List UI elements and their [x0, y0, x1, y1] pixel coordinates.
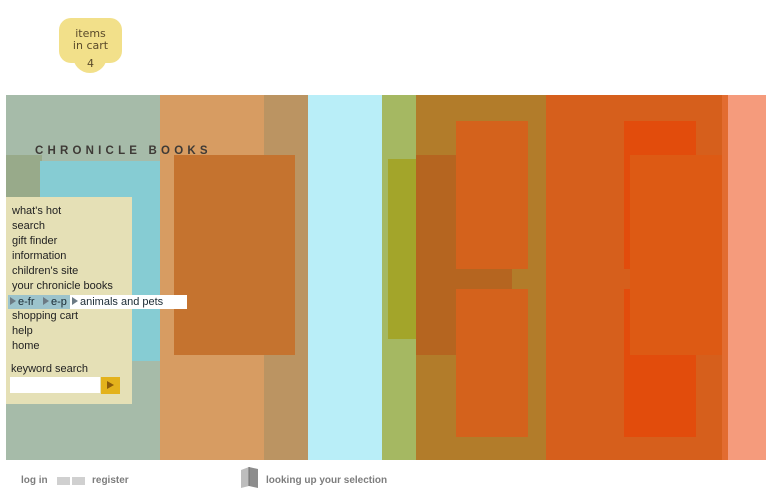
triangle-right-icon — [43, 297, 49, 305]
keyword-search-input[interactable] — [10, 377, 100, 393]
menu-item-help[interactable]: help — [12, 325, 33, 338]
breadcrumb-current[interactable]: animals and pets — [70, 295, 187, 309]
book-icon — [241, 467, 258, 488]
play-arrow-icon — [107, 381, 114, 389]
menu-item-home[interactable]: home — [12, 340, 40, 353]
collage-block — [630, 155, 728, 355]
register-link[interactable]: register — [92, 475, 129, 486]
collage-block — [456, 289, 528, 437]
breadcrumb-segment[interactable]: e-fr — [8, 295, 44, 309]
menu-item-childrens-site[interactable]: children's site — [12, 265, 78, 278]
cart-count: 4 — [87, 57, 94, 70]
cart-badge[interactable]: items in cart 4 — [59, 18, 122, 69]
menu-item-search[interactable]: search — [12, 220, 45, 233]
loading-status: looking up your selection — [266, 475, 388, 486]
menu-item-information[interactable]: information — [12, 250, 66, 263]
keyword-search-label: keyword search — [11, 363, 89, 375]
collage-block — [308, 95, 382, 460]
breadcrumb-label: e-fr — [18, 296, 35, 308]
collage-block — [456, 121, 528, 269]
menu-item-whats-hot[interactable]: what's hot — [12, 205, 61, 218]
brand-logo[interactable]: CHRONICLE BOOKS — [35, 145, 212, 157]
menu-item-gift-finder[interactable]: gift finder — [12, 235, 57, 248]
breadcrumb-label: e-p — [51, 296, 67, 308]
search-submit-button[interactable] — [101, 377, 120, 394]
triangle-right-icon — [72, 297, 78, 305]
divider-box — [57, 477, 70, 485]
menu-item-your-chronicle-books[interactable]: your chronicle books — [12, 280, 113, 293]
breadcrumb-segment[interactable]: e-p — [41, 295, 71, 309]
divider-box — [72, 477, 85, 485]
menu-item-shopping-cart[interactable]: shopping cart — [12, 310, 78, 323]
breadcrumb-label: animals and pets — [80, 296, 164, 308]
cart-label-line2: in cart — [72, 38, 109, 52]
triangle-right-icon — [10, 297, 16, 305]
collage-block — [174, 155, 295, 355]
collage-block — [728, 95, 766, 460]
login-link[interactable]: log in — [21, 475, 48, 486]
